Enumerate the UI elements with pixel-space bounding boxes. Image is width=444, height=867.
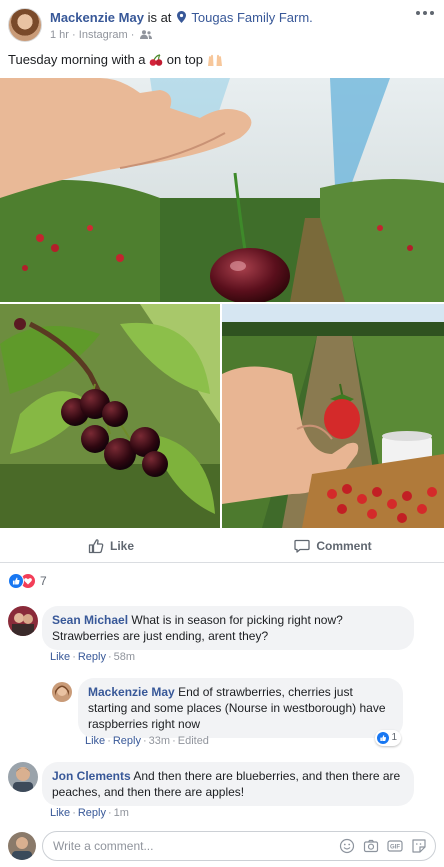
reply-like-link[interactable]: Like (85, 735, 105, 747)
camera-icon[interactable] (363, 838, 379, 854)
more-icon[interactable] (416, 8, 436, 18)
is-at-text: is at (147, 10, 172, 25)
place-link[interactable]: Tougas Family Farm. (191, 10, 312, 25)
replier-name[interactable]: Mackenzie May (88, 685, 175, 699)
like-reaction-icon (8, 573, 24, 589)
comment-button[interactable]: Comment (222, 530, 444, 562)
comment-reply-link[interactable]: Reply (78, 651, 106, 663)
emoji-icon[interactable] (339, 838, 355, 854)
comment-bubble: Jon Clements And then there are blueberr… (42, 762, 414, 806)
photo-cherry-hand[interactable] (0, 78, 444, 302)
post-time[interactable]: 1 hr (50, 29, 69, 41)
friends-icon[interactable] (140, 30, 153, 39)
commenter-avatar[interactable] (8, 606, 38, 636)
comment-actions: Like · Reply · 58m (50, 651, 136, 663)
commenter-name[interactable]: Jon Clements (52, 769, 131, 783)
photo-cherry-tree[interactable] (0, 304, 220, 528)
post-source[interactable]: Instagram (79, 29, 128, 41)
comment-time[interactable]: 1m (114, 807, 129, 819)
post-header: Mackenzie May is at Tougas Family Farm. … (0, 0, 444, 46)
author-name[interactable]: Mackenzie May (50, 10, 144, 25)
reply-bubble: Mackenzie May End of strawberries, cherr… (78, 678, 403, 746)
post-action-bar: Like Comment (0, 530, 444, 562)
map-pin-icon (177, 11, 187, 23)
like-button-label: Like (109, 539, 134, 553)
photo-strawberry-field[interactable] (222, 304, 444, 528)
sticker-icon[interactable] (411, 838, 427, 854)
comment-actions: Like · Reply · 1m (50, 807, 129, 819)
reply-reply-link[interactable]: Reply (113, 735, 141, 747)
comment-like-link[interactable]: Like (50, 651, 70, 663)
commenter-avatar[interactable] (8, 762, 38, 792)
reply-actions: Like · Reply · 33m · Edited (85, 735, 209, 747)
author-avatar[interactable] (8, 8, 42, 42)
comment-bubble: Sean Michael What is in season for picki… (42, 606, 414, 650)
comment-input[interactable] (53, 838, 323, 854)
comment-time[interactable]: 58m (114, 651, 135, 663)
caption-text-after: on top (166, 52, 203, 67)
comment-composer: GIF (42, 831, 436, 861)
comment-icon (294, 539, 310, 553)
thumbs-up-icon (88, 539, 104, 554)
edited-label[interactable]: Edited (178, 735, 209, 747)
current-user-avatar[interactable] (8, 832, 36, 860)
reaction-summary[interactable]: 7 (8, 573, 47, 589)
replier-avatar[interactable] (52, 682, 72, 702)
reply-reaction-count: 1 (391, 732, 397, 743)
like-reaction-icon (377, 732, 390, 744)
like-button[interactable]: Like (0, 530, 222, 562)
comment-like-link[interactable]: Like (50, 807, 70, 819)
action-divider (0, 562, 444, 563)
reaction-count: 7 (40, 574, 47, 588)
author-line: Mackenzie May is at Tougas Family Farm. (50, 10, 313, 25)
comment-reply-link[interactable]: Reply (78, 807, 106, 819)
raised-hands-emoji-icon (207, 54, 223, 66)
gif-icon[interactable]: GIF (387, 838, 403, 854)
comment-button-label: Comment (316, 539, 372, 553)
reply-time[interactable]: 33m (149, 735, 170, 747)
caption-text-before: Tuesday morning with a (8, 52, 146, 67)
commenter-name[interactable]: Sean Michael (52, 613, 128, 627)
svg-text:GIF: GIF (390, 845, 400, 851)
composer-icons: GIF (339, 838, 427, 854)
reply-reaction-badge[interactable]: 1 (375, 730, 401, 746)
post-meta: 1 hr · Instagram · (50, 29, 153, 41)
post-caption: Tuesday morning with a on top (8, 52, 223, 67)
cherry-emoji-icon (149, 54, 163, 66)
